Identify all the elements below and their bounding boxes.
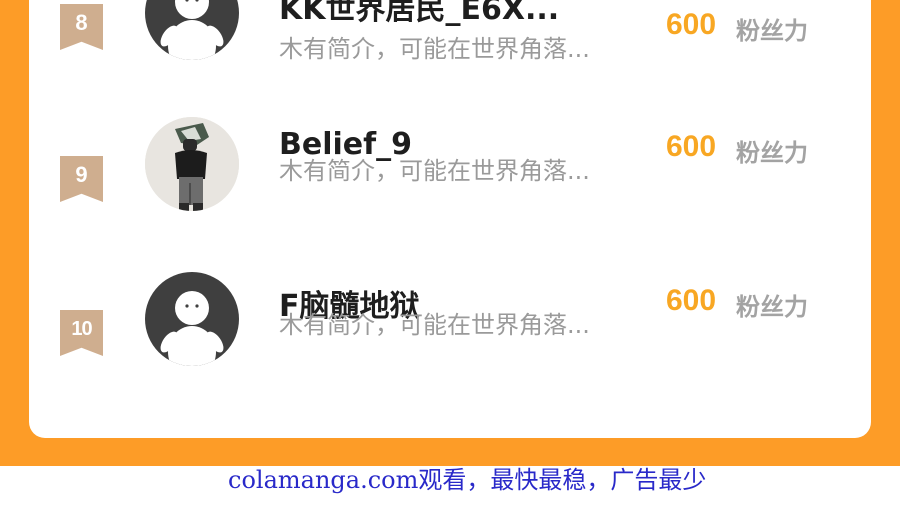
ranking-card: 8 KK世界居民_E6X... 木有简介，可能在世界角落... 600 粉丝力 …: [29, 0, 871, 438]
rank-badge: 9: [60, 156, 103, 202]
ranking-row[interactable]: 10 F脑髓地狱 木有简介，可能在世界角落... 600 粉丝力: [29, 272, 871, 428]
default-avatar-icon[interactable]: [145, 0, 239, 60]
ranking-row[interactable]: 9 Belief_9 木有简介，可能在世界角落... 600 粉丝力: [29, 117, 871, 274]
ranking-row[interactable]: 8 KK世界居民_E6X... 木有简介，可能在世界角落... 600 粉丝力: [29, 0, 871, 120]
user-name[interactable]: KK世界居民_E6X...: [279, 0, 559, 28]
fans-value: 600: [666, 130, 717, 163]
user-bio: 木有简介，可能在世界角落...: [279, 311, 590, 339]
fans-value: 600: [666, 284, 717, 317]
rank-badge: 8: [60, 4, 103, 50]
fans-label: 粉丝力: [736, 17, 808, 45]
default-avatar-icon[interactable]: [145, 272, 239, 366]
fans-label: 粉丝力: [736, 139, 808, 167]
fans-value: 600: [666, 8, 717, 41]
site-watermark: colamanga.com观看，最快最稳，广告最少: [228, 466, 707, 494]
user-bio: 木有简介，可能在世界角落...: [279, 35, 590, 63]
user-avatar-photo[interactable]: [145, 117, 239, 211]
fans-label: 粉丝力: [736, 293, 808, 321]
user-bio: 木有简介，可能在世界角落...: [279, 157, 590, 185]
rank-badge: 10: [60, 310, 103, 356]
